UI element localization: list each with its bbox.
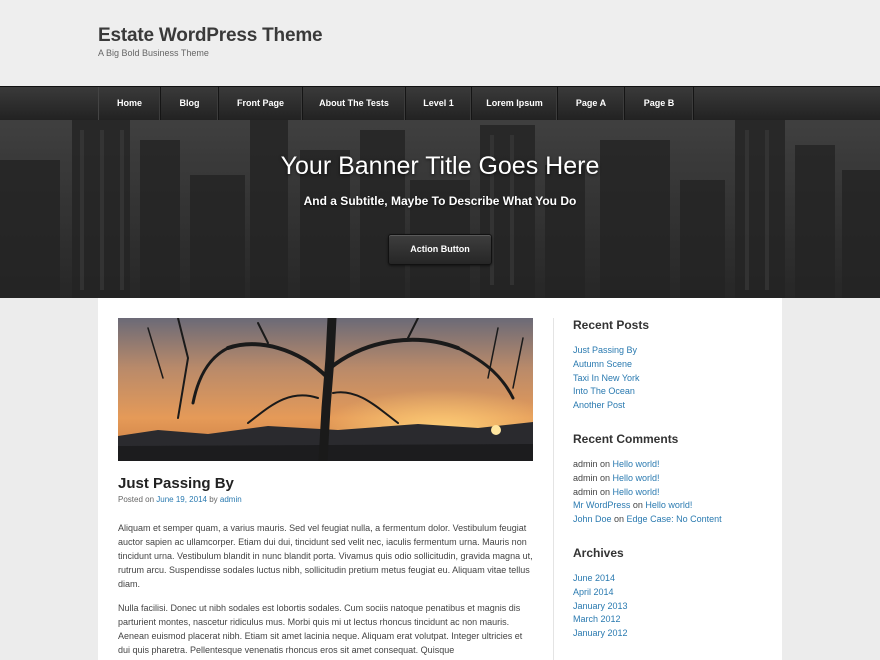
- recent-comments-widget: Recent Comments admin on Hello world! ad…: [573, 432, 763, 527]
- post-article: Just Passing By Posted on June 19, 2014 …: [118, 318, 533, 657]
- comment-author: admin: [573, 486, 598, 497]
- archive-item: April 2014: [573, 586, 763, 600]
- nav-item-lorem-ipsum[interactable]: Lorem Ipsum: [472, 87, 558, 120]
- hero-banner: Your Banner Title Goes Here And a Subtit…: [0, 120, 880, 298]
- city-skyline-background: [0, 120, 880, 298]
- archive-link[interactable]: April 2014: [573, 587, 614, 597]
- archive-item: January 2013: [573, 600, 763, 614]
- nav-item-front-page[interactable]: Front Page: [219, 87, 303, 120]
- comment-item: John Doe on Edge Case: No Content: [573, 513, 763, 527]
- nav-item-home[interactable]: Home: [99, 87, 161, 120]
- comment-item: admin on Hello world!: [573, 472, 763, 486]
- comment-author: admin: [573, 458, 598, 469]
- nav-item-page-a[interactable]: Page A: [558, 87, 625, 120]
- comment-item: Mr WordPress on Hello world!: [573, 499, 763, 513]
- post-date-link[interactable]: June 19, 2014: [156, 495, 207, 504]
- comment-item: admin on Hello world!: [573, 486, 763, 500]
- comment-post-link[interactable]: Edge Case: No Content: [627, 514, 722, 524]
- site-title[interactable]: Estate WordPress Theme: [98, 25, 323, 47]
- archive-item: January 2012: [573, 627, 763, 641]
- post-title[interactable]: Just Passing By: [118, 475, 533, 492]
- archive-item: June 2014: [573, 572, 763, 586]
- nav-item-about-the-tests[interactable]: About The Tests: [303, 87, 406, 120]
- archive-link[interactable]: June 2014: [573, 573, 615, 583]
- archive-link[interactable]: March 2012: [573, 614, 621, 624]
- nav-item-level-1[interactable]: Level 1: [406, 87, 472, 120]
- comment-author: admin: [573, 472, 598, 483]
- comment-author-link[interactable]: John Doe: [573, 514, 612, 524]
- banner-title: Your Banner Title Goes Here: [280, 152, 600, 180]
- archive-link[interactable]: January 2013: [573, 601, 628, 611]
- main-navigation: Home Blog Front Page About The Tests Lev…: [0, 86, 880, 120]
- site-header: Estate WordPress Theme A Big Bold Busine…: [0, 0, 880, 86]
- action-button[interactable]: Action Button: [388, 234, 492, 265]
- comment-item: admin on Hello world!: [573, 458, 763, 472]
- comment-post-link[interactable]: Hello world!: [613, 473, 660, 483]
- comment-author-link[interactable]: Mr WordPress: [573, 500, 630, 510]
- post-meta: Posted on June 19, 2014 by admin: [118, 495, 533, 504]
- post-meta-by: by: [206, 495, 220, 504]
- sidebar: Recent Posts Just Passing By Autumn Scen…: [573, 318, 763, 641]
- recent-post-link[interactable]: Taxi In New York: [573, 373, 640, 383]
- comment-on: on: [597, 486, 613, 497]
- recent-post-item: Into The Ocean: [573, 385, 763, 399]
- banner-subtitle: And a Subtitle, Maybe To Describe What Y…: [303, 194, 577, 208]
- post-paragraph: Aliquam et semper quam, a varius mauris.…: [118, 523, 533, 589]
- recent-post-link[interactable]: Autumn Scene: [573, 359, 632, 369]
- recent-post-item: Autumn Scene: [573, 358, 763, 372]
- archives-title: Archives: [573, 545, 624, 560]
- column-divider: [553, 318, 554, 660]
- comment-post-link[interactable]: Hello world!: [613, 487, 660, 497]
- archive-item: March 2012: [573, 613, 763, 627]
- post-paragraph: Nulla facilisi. Donec ut nibh sodales es…: [118, 603, 523, 655]
- recent-posts-title: Recent Posts: [573, 318, 650, 332]
- recent-post-link[interactable]: Another Post: [573, 400, 625, 410]
- recent-comments-title: Recent Comments: [573, 431, 679, 446]
- nav-item-page-b[interactable]: Page B: [625, 87, 694, 120]
- post-author-link[interactable]: admin: [220, 495, 242, 504]
- comment-on: on: [630, 500, 646, 511]
- recent-posts-widget: Recent Posts Just Passing By Autumn Scen…: [573, 318, 763, 413]
- comment-on: on: [597, 458, 613, 469]
- nav-item-blog[interactable]: Blog: [161, 87, 219, 120]
- comment-on: on: [611, 514, 627, 525]
- recent-post-link[interactable]: Just Passing By: [573, 345, 637, 355]
- comment-post-link[interactable]: Hello world!: [645, 500, 692, 510]
- featured-image[interactable]: [118, 318, 533, 461]
- recent-post-item: Another Post: [573, 399, 763, 413]
- recent-post-link[interactable]: Into The Ocean: [573, 386, 635, 396]
- post-meta-prefix: Posted on: [118, 495, 157, 504]
- archives-widget: Archives June 2014 April 2014 January 20…: [573, 546, 763, 641]
- comment-post-link[interactable]: Hello world!: [613, 459, 660, 469]
- site-description: A Big Bold Business Theme: [98, 48, 209, 58]
- recent-post-item: Taxi In New York: [573, 372, 763, 386]
- recent-post-item: Just Passing By: [573, 344, 763, 358]
- comment-on: on: [597, 472, 613, 483]
- content-area: Just Passing By Posted on June 19, 2014 …: [98, 298, 782, 660]
- archive-link[interactable]: January 2012: [573, 628, 628, 638]
